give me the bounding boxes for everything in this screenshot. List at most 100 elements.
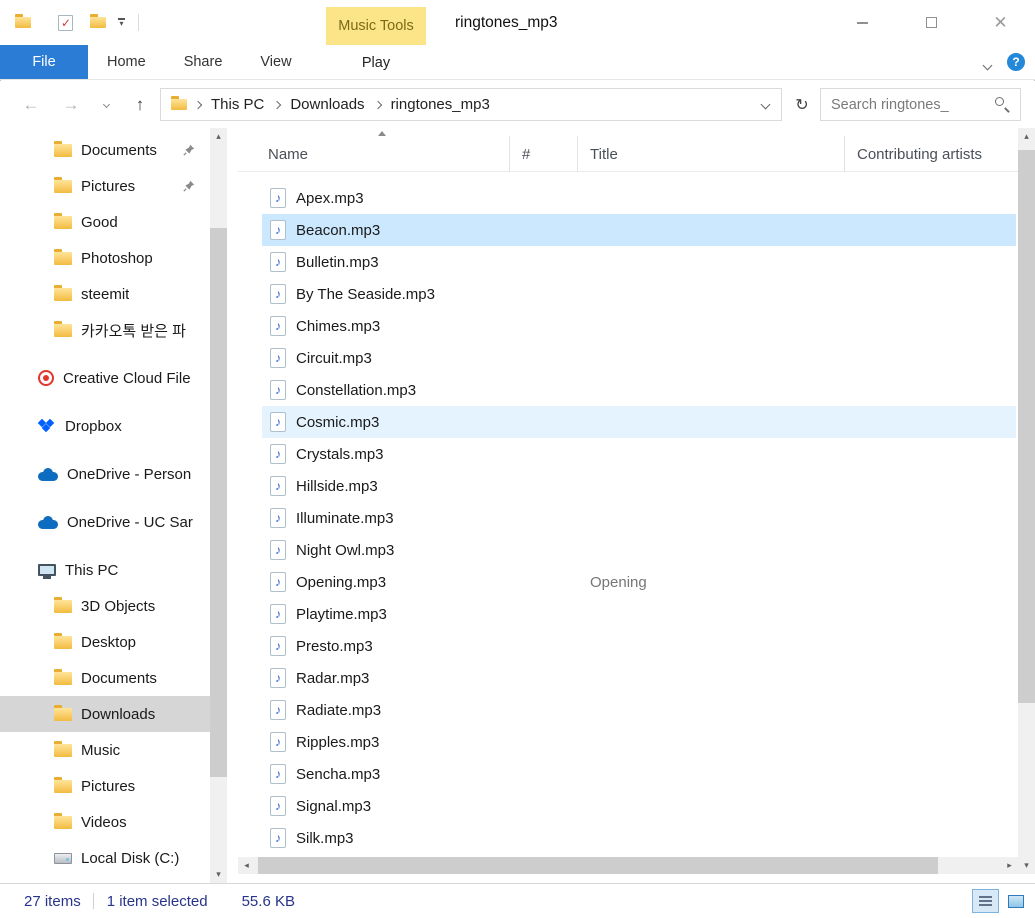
file-explorer-window: ✓ ▾ Music Tools ringtones_mp3 ✕ File Hom… (0, 0, 1035, 918)
sidebar-item-videos[interactable]: Videos (0, 804, 210, 840)
tab-view[interactable]: View (241, 45, 310, 79)
file-row-silk-mp3[interactable]: ♪ Silk.mp3 (262, 822, 1016, 854)
file-row-presto-mp3[interactable]: ♪ Presto.mp3 (262, 630, 1016, 662)
scroll-down-icon[interactable]: ▾ (210, 866, 227, 883)
scroll-up-icon[interactable]: ▴ (210, 128, 227, 145)
sidebar-item-3d-objects[interactable]: 3D Objects (0, 588, 210, 624)
sidebar-item-pictures[interactable]: Pictures (0, 168, 210, 204)
breadcrumb-this-pc[interactable]: This PC (203, 96, 272, 113)
address-dropdown-icon[interactable] (760, 99, 771, 110)
address-bar[interactable]: This PC Downloads ringtones_mp3 (160, 88, 782, 121)
tab-share[interactable]: Share (165, 45, 242, 79)
file-row-signal-mp3[interactable]: ♪ Signal.mp3 (262, 790, 1016, 822)
horizontal-scrollbar-thumb[interactable] (258, 857, 938, 874)
column-header-number[interactable]: # (510, 136, 578, 172)
folder-icon (54, 812, 72, 829)
file-menu-button[interactable]: File (0, 45, 88, 79)
file-row-cosmic-mp3[interactable]: ♪ Cosmic.mp3 (262, 406, 1016, 438)
help-button[interactable]: ? (1007, 53, 1025, 71)
scroll-up-icon[interactable]: ▴ (1018, 128, 1035, 145)
new-folder-quick-access-button[interactable] (90, 14, 106, 28)
details-view-button[interactable] (972, 889, 999, 913)
scroll-left-icon[interactable]: ◂ (238, 857, 255, 874)
mp3-file-icon: ♪ (270, 188, 286, 208)
close-button[interactable]: ✕ (966, 0, 1035, 45)
file-row-bulletin-mp3[interactable]: ♪ Bulletin.mp3 (262, 246, 1016, 278)
vertical-scrollbar-thumb[interactable] (1018, 150, 1035, 703)
file-row-beacon-mp3[interactable]: ♪ Beacon.mp3 (262, 214, 1016, 246)
sidebar-item-music[interactable]: Music (0, 732, 210, 768)
sidebar-item-documents[interactable]: Documents (0, 132, 210, 168)
forward-button[interactable]: → (58, 81, 84, 128)
breadcrumb-chevron-icon[interactable] (193, 100, 203, 109)
file-list: ♪ Apex.mp3 ♪ Beacon.mp3 ♪ Bulletin.mp3 ♪ By The… (262, 182, 1016, 854)
sidebar-item-item[interactable]: 카카오톡 받은 파 (0, 312, 210, 348)
search-icon[interactable] (994, 96, 1011, 113)
music-tools-contextual-tab[interactable]: Music Tools (326, 7, 426, 45)
up-button[interactable]: ↑ (126, 81, 154, 128)
back-button[interactable]: ← (18, 81, 44, 128)
tab-play[interactable]: Play (326, 45, 426, 80)
titlebar[interactable]: ✓ ▾ Music Tools ringtones_mp3 ✕ (0, 0, 1035, 45)
sidebar-items: Documents Pictures Good Photoshop steemit 카카오… (0, 128, 236, 876)
large-icons-view-button[interactable] (1002, 889, 1029, 913)
sidebar-item-this-pc[interactable]: This PC (0, 552, 210, 588)
sidebar-item-creative-cloud-file[interactable]: Creative Cloud File (0, 360, 210, 396)
folder-icon (54, 740, 72, 757)
expand-ribbon-icon[interactable] (982, 56, 993, 74)
breadcrumb-ringtones-mp3[interactable]: ringtones_mp3 (383, 96, 498, 113)
file-row-opening-mp3[interactable]: ♪ Opening.mp3 Opening (262, 566, 1016, 598)
search-input[interactable]: Search ringtones_ (831, 97, 994, 113)
sidebar-item-downloads[interactable]: Downloads (0, 696, 210, 732)
sidebar-item-local-disk-c[interactable]: Local Disk (C:) (0, 840, 210, 876)
sidebar-scrollbar-thumb[interactable] (210, 228, 227, 777)
mp3-file-icon: ♪ (270, 668, 286, 688)
scroll-right-icon[interactable]: ▸ (1001, 857, 1018, 874)
sidebar-item-onedrive-person[interactable]: OneDrive - Person (0, 456, 210, 492)
file-row-chimes-mp3[interactable]: ♪ Chimes.mp3 (262, 310, 1016, 342)
customize-quick-access-toolbar-dropdown-icon[interactable]: ▾ (118, 18, 125, 28)
file-row-radar-mp3[interactable]: ♪ Radar.mp3 (262, 662, 1016, 694)
file-row-playtime-mp3[interactable]: ♪ Playtime.mp3 (262, 598, 1016, 630)
vertical-scrollbar[interactable]: ▴ ▾ (1018, 128, 1035, 874)
file-row-sencha-mp3[interactable]: ♪ Sencha.mp3 (262, 758, 1016, 790)
file-row-hillside-mp3[interactable]: ♪ Hillside.mp3 (262, 470, 1016, 502)
sidebar-item-dropbox[interactable]: Dropbox (0, 408, 210, 444)
file-row-night-owl-mp3[interactable]: ♪ Night Owl.mp3 (262, 534, 1016, 566)
sidebar-item-onedrive-uc-sar[interactable]: OneDrive - UC Sar (0, 504, 210, 540)
sidebar-scrollbar[interactable]: ▴ ▾ (210, 128, 227, 883)
horizontal-scrollbar[interactable]: ◂ ▸ (238, 857, 1018, 874)
file-row-apex-mp3[interactable]: ♪ Apex.mp3 (262, 182, 1016, 214)
file-row-by-the-seaside-mp3[interactable]: ♪ By The Seaside.mp3 (262, 278, 1016, 310)
tab-home[interactable]: Home (88, 45, 165, 79)
file-row-constellation-mp3[interactable]: ♪ Constellation.mp3 (262, 374, 1016, 406)
file-row-illuminate-mp3[interactable]: ♪ Illuminate.mp3 (262, 502, 1016, 534)
recent-locations-dropdown-icon[interactable] (96, 81, 116, 128)
file-row-circuit-mp3[interactable]: ♪ Circuit.mp3 (262, 342, 1016, 374)
file-name: Crystals.mp3 (296, 445, 384, 463)
file-name: Beacon.mp3 (296, 221, 381, 239)
minimize-button[interactable] (828, 0, 897, 45)
sidebar-item-pictures[interactable]: Pictures (0, 768, 210, 804)
breadcrumb-downloads[interactable]: Downloads (282, 96, 372, 113)
search-box[interactable]: Search ringtones_ (820, 88, 1021, 121)
column-header-title[interactable]: Title (578, 136, 845, 172)
refresh-button[interactable]: ↻ (788, 88, 816, 121)
column-header-contributing-artists[interactable]: Contributing artists (845, 136, 1018, 172)
file-row-crystals-mp3[interactable]: ♪ Crystals.mp3 (262, 438, 1016, 470)
column-header-name[interactable]: Name (262, 136, 510, 172)
sidebar-item-documents[interactable]: Documents (0, 660, 210, 696)
sidebar-item-good[interactable]: Good (0, 204, 210, 240)
breadcrumb-chevron-icon[interactable] (373, 100, 382, 109)
scroll-down-icon[interactable]: ▾ (1018, 857, 1035, 874)
sidebar-item-steemit[interactable]: steemit (0, 276, 210, 312)
maximize-button[interactable] (897, 0, 966, 45)
sidebar-item-photoshop[interactable]: Photoshop (0, 240, 210, 276)
file-row-radiate-mp3[interactable]: ♪ Radiate.mp3 (262, 694, 1016, 726)
breadcrumb-chevron-icon[interactable] (273, 100, 282, 109)
sidebar-item-desktop[interactable]: Desktop (0, 624, 210, 660)
sidebar-item-label: Downloads (81, 705, 156, 723)
properties-quick-access-button[interactable]: ✓ (58, 14, 73, 31)
file-name: Playtime.mp3 (296, 605, 387, 623)
file-row-ripples-mp3[interactable]: ♪ Ripples.mp3 (262, 726, 1016, 758)
